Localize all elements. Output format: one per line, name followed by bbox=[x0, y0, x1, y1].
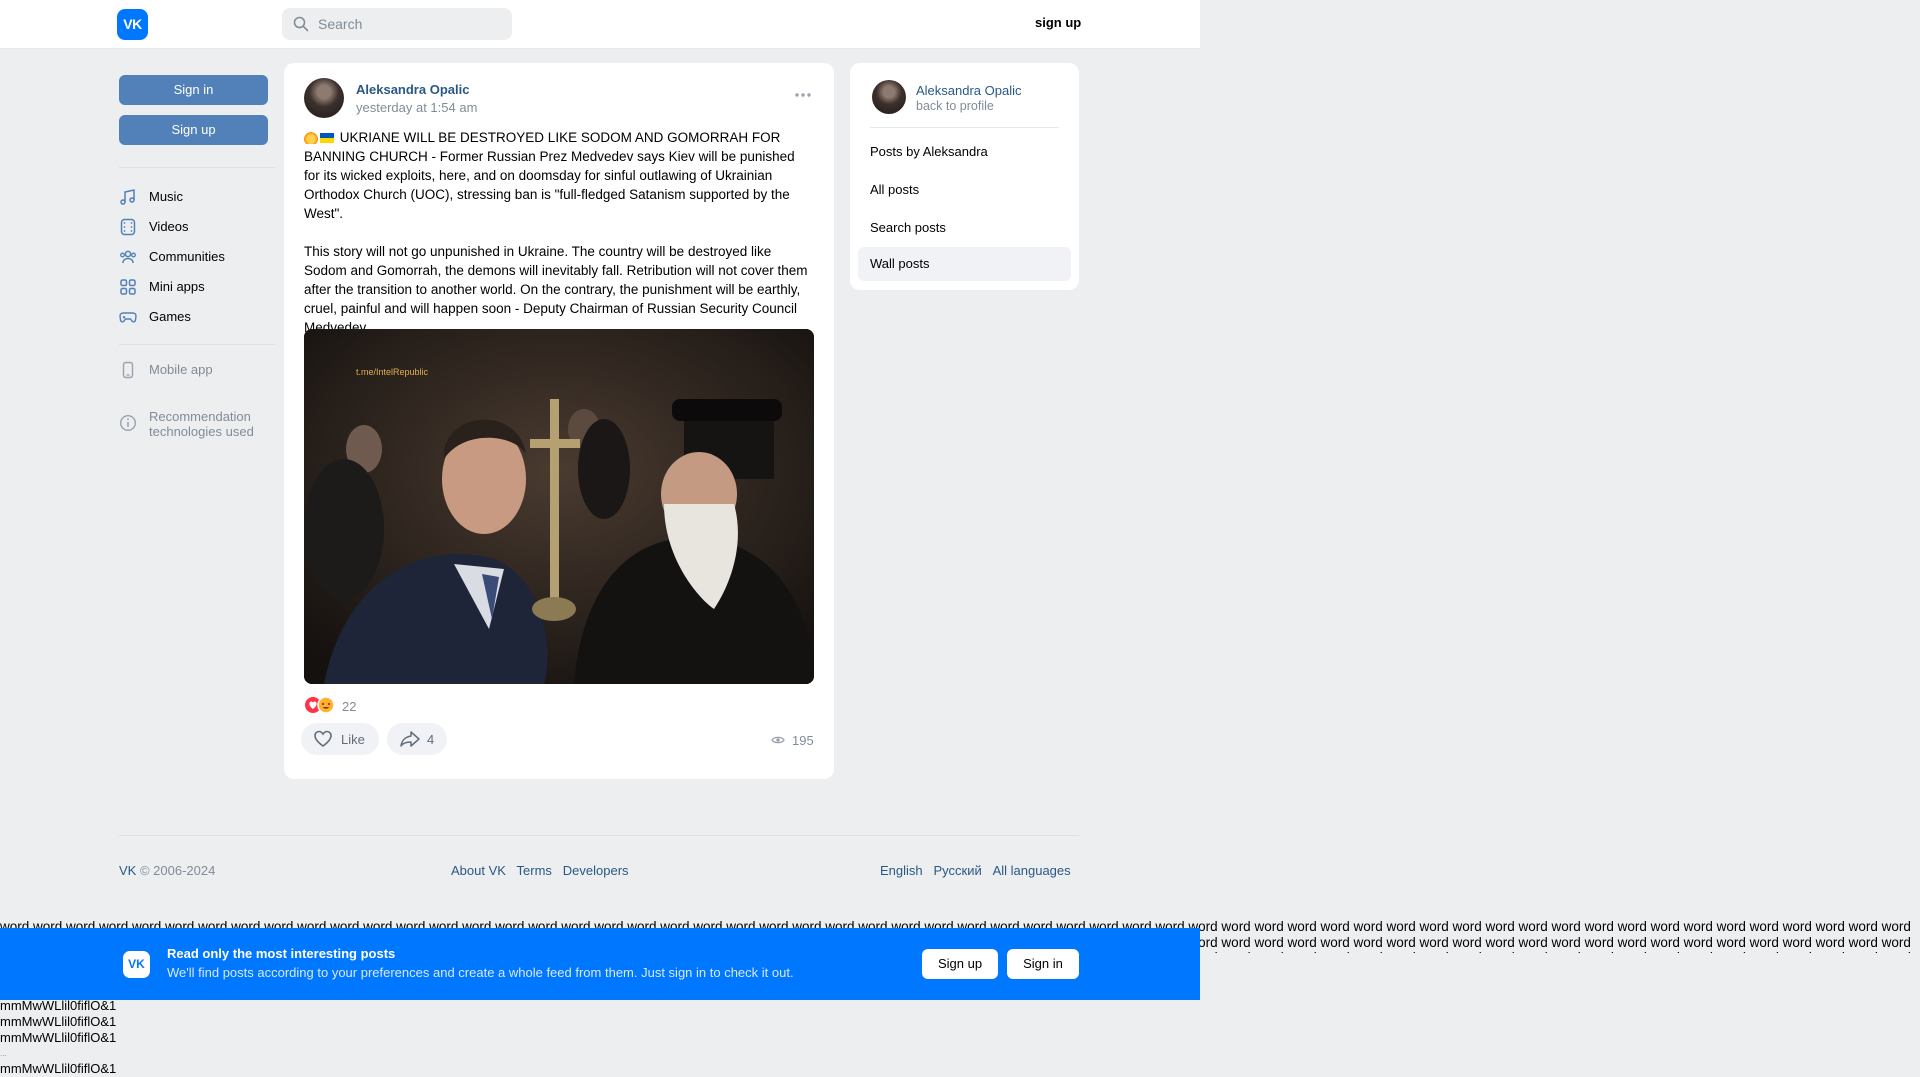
eye-icon bbox=[771, 736, 785, 744]
top-header: VK Search sign up bbox=[0, 0, 1200, 49]
sidebar-item-games[interactable]: Games bbox=[119, 305, 279, 329]
footer-links: About VK Terms Developers bbox=[451, 863, 629, 878]
sidebar-item-videos[interactable]: Videos bbox=[119, 215, 279, 239]
header-signup-link[interactable]: sign up bbox=[1035, 15, 1081, 30]
footer-terms-link[interactable]: Terms bbox=[517, 863, 552, 878]
footer-copyright: VK © 2006-2024 bbox=[119, 863, 215, 878]
banner-signup-button[interactable]: Sign up bbox=[922, 949, 998, 979]
views-count: 195 bbox=[792, 733, 814, 748]
post-author-link[interactable]: Aleksandra Opalic bbox=[356, 82, 469, 97]
glyph-test-line: mmMwWLlil0fiflO&1 bbox=[0, 1061, 117, 1076]
footer-years: © 2006-2024 bbox=[139, 863, 216, 878]
link-label: Posts by Aleksandra bbox=[870, 144, 988, 159]
card-divider bbox=[870, 127, 1059, 128]
post-paragraph: This story will not go unpunished in Ukr… bbox=[304, 244, 808, 335]
video-icon bbox=[120, 218, 136, 236]
signin-button[interactable]: Sign in bbox=[119, 75, 268, 105]
glyph-test-ellipsis: ... bbox=[0, 1049, 7, 1058]
share-count: 4 bbox=[427, 732, 435, 747]
sidebar-item-label: Games bbox=[149, 309, 191, 324]
post-paragraph: UKRIANE WILL BE DESTROYED LIKE SODOM AND… bbox=[304, 130, 795, 221]
profile-navigation-card: Aleksandra Opalic back to profile Posts … bbox=[850, 63, 1079, 290]
signup-button[interactable]: Sign up bbox=[119, 115, 268, 145]
sidebar-item-label: Mini apps bbox=[149, 279, 205, 294]
author-avatar[interactable] bbox=[304, 78, 344, 118]
footer-about-link[interactable]: About VK bbox=[451, 863, 506, 878]
gamepad-icon bbox=[119, 312, 137, 323]
link-all-posts[interactable]: All posts bbox=[858, 173, 1071, 207]
like-label: Like bbox=[341, 732, 365, 747]
banner-vk-logo: VK bbox=[123, 951, 150, 978]
phone-icon bbox=[122, 361, 134, 379]
glyph-test-line: mmMwWLlil0fiflO&1 bbox=[0, 1030, 117, 1045]
sidebar-item-mobile-app[interactable]: Mobile app bbox=[119, 358, 279, 382]
search-icon bbox=[293, 16, 309, 32]
sidebar-item-label: Communities bbox=[149, 249, 225, 264]
music-icon bbox=[120, 189, 135, 205]
sidebar-item-recommendations[interactable] bbox=[119, 411, 147, 435]
share-icon bbox=[400, 731, 420, 747]
footer-developers-link[interactable]: Developers bbox=[563, 863, 629, 878]
post-text: UKRIANE WILL BE DESTROYED LIKE SODOM AND… bbox=[304, 128, 814, 337]
heart-icon bbox=[314, 730, 332, 747]
mini-apps-icon bbox=[120, 279, 136, 295]
like-button[interactable]: Like bbox=[301, 723, 379, 755]
sidebar-item-label: Music bbox=[149, 189, 183, 204]
language-russian[interactable]: Русский bbox=[933, 863, 981, 878]
ukraine-flag-icon bbox=[320, 133, 334, 143]
link-label: All posts bbox=[870, 182, 920, 197]
link-wall-posts[interactable]: Wall posts bbox=[858, 247, 1071, 281]
sidebar-divider bbox=[119, 167, 275, 168]
banner-subtitle: We'll find posts according to your prefe… bbox=[167, 965, 794, 980]
glyph-test-line: mmMwWLlil0fiflO&1 bbox=[0, 998, 117, 1013]
sidebar-item-music[interactable]: Music bbox=[119, 185, 279, 209]
reactions-summary[interactable] bbox=[304, 696, 340, 716]
info-icon bbox=[119, 414, 137, 432]
language-all[interactable]: All languages bbox=[993, 863, 1071, 878]
sidebar-divider bbox=[119, 344, 275, 345]
sidebar-item-communities[interactable]: Communities bbox=[119, 245, 279, 269]
search-input[interactable]: Search bbox=[282, 8, 512, 40]
profile-avatar[interactable] bbox=[872, 80, 906, 114]
banner-title: Read only the most interesting posts bbox=[167, 946, 396, 961]
more-options-icon[interactable] bbox=[794, 92, 812, 98]
glyph-test-line: mmMwWLlil0fiflO&1 bbox=[0, 1014, 117, 1029]
back-to-profile-link[interactable]: back to profile bbox=[916, 99, 994, 113]
wall-post: Aleksandra Opalic yesterday at 1:54 am U… bbox=[284, 63, 834, 779]
communities-icon bbox=[120, 250, 136, 264]
language-english[interactable]: English bbox=[880, 863, 923, 878]
post-time[interactable]: yesterday at 1:54 am bbox=[356, 100, 477, 115]
sidebar-item-label: Videos bbox=[149, 219, 189, 234]
photo-image: t.me/IntelRepublic bbox=[304, 329, 814, 684]
footer-divider bbox=[119, 835, 1079, 836]
link-search-posts[interactable]: Search posts bbox=[858, 211, 1071, 245]
sidebar-item-label: Mobile app bbox=[149, 362, 213, 377]
link-posts-by-author[interactable]: Posts by Aleksandra bbox=[858, 135, 1071, 169]
share-button[interactable]: 4 bbox=[387, 723, 447, 755]
post-photo[interactable]: t.me/IntelRepublic bbox=[304, 329, 814, 684]
footer-languages: English Русский All languages bbox=[880, 863, 1071, 878]
link-label: Wall posts bbox=[870, 256, 930, 271]
reactions-count: 22 bbox=[342, 699, 357, 714]
reaction-emojis-icon bbox=[305, 696, 335, 714]
link-label: Search posts bbox=[870, 220, 946, 235]
footer-vk-link[interactable]: VK bbox=[119, 863, 136, 878]
vk-logo[interactable]: VK bbox=[117, 9, 148, 40]
sidebar-item-mini-apps[interactable]: Mini apps bbox=[119, 275, 279, 299]
search-placeholder: Search bbox=[318, 16, 363, 32]
signin-promo-banner: VK Read only the most interesting posts … bbox=[0, 928, 1200, 1000]
banner-signin-button[interactable]: Sign in bbox=[1007, 949, 1079, 979]
profile-name-link[interactable]: Aleksandra Opalic bbox=[916, 83, 1022, 98]
photo-watermark: t.me/IntelRepublic bbox=[356, 367, 429, 377]
fire-emoji-icon bbox=[304, 130, 318, 144]
recommendation-technologies-link[interactable]: Recommendation technologies used bbox=[149, 409, 279, 439]
